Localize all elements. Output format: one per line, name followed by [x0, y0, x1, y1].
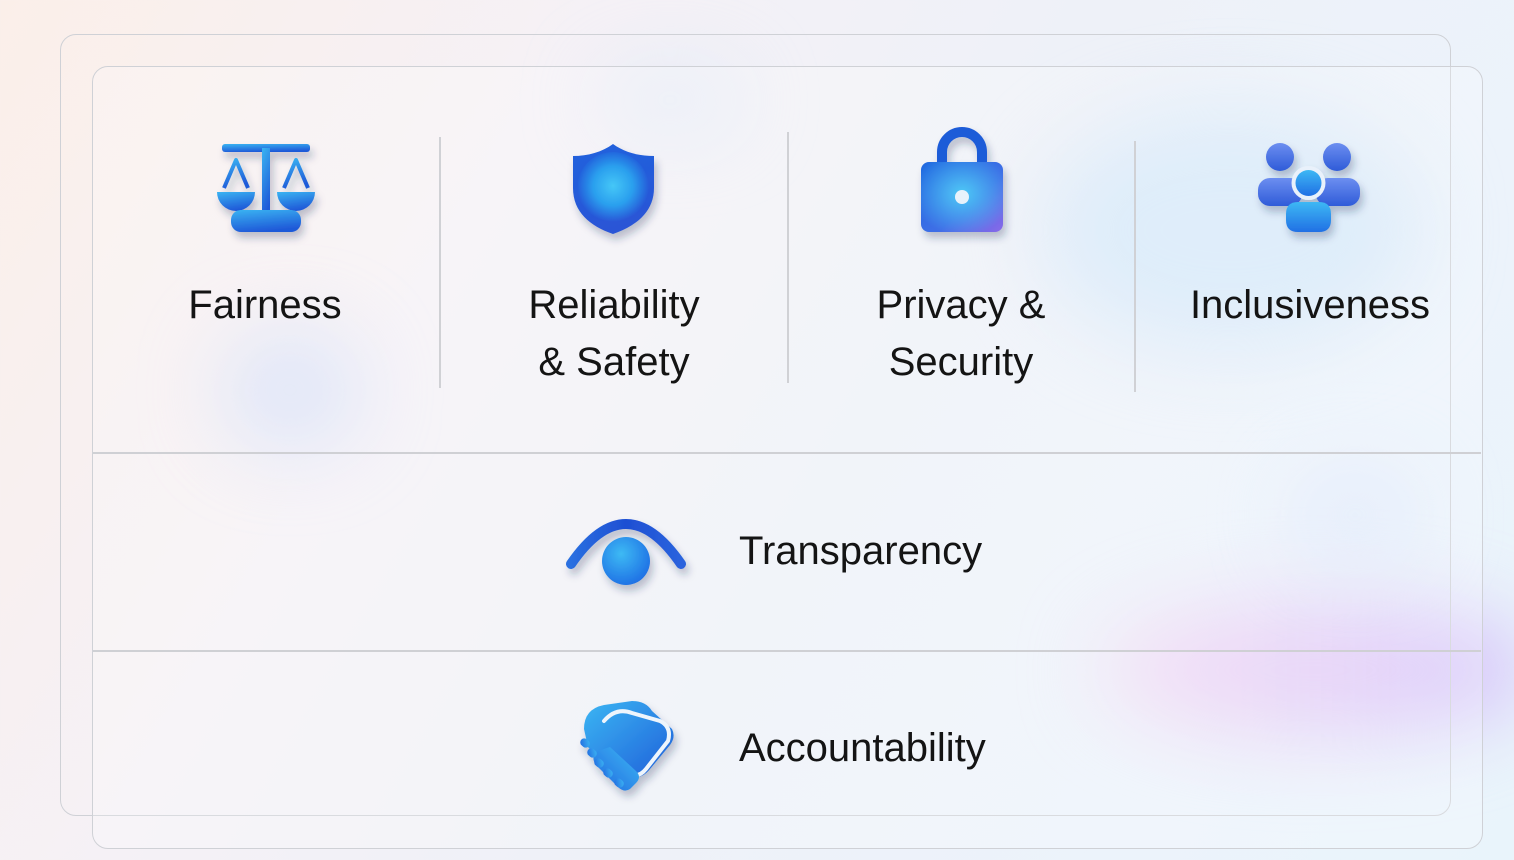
row-divider	[93, 452, 1481, 454]
principle-label-fairness: Fairness	[188, 283, 342, 327]
scales-icon	[210, 138, 322, 240]
shield-icon	[570, 142, 658, 236]
principle-label-inclusiveness: Inclusiveness	[1189, 283, 1431, 327]
row-divider	[93, 650, 1481, 652]
handshake-icon	[576, 699, 680, 799]
people-group-icon	[1256, 140, 1362, 236]
column-divider	[439, 137, 441, 388]
principle-label-reliability-safety: Reliability & Safety	[528, 283, 700, 384]
row-label-transparency: Transparency	[739, 529, 983, 573]
column-divider	[787, 132, 789, 383]
principle-label-privacy-security: Privacy & Security	[876, 283, 1046, 384]
lock-icon	[918, 127, 1006, 236]
eye-icon	[566, 514, 688, 592]
row-label-accountability: Accountability	[739, 726, 986, 770]
column-divider	[1134, 141, 1136, 392]
